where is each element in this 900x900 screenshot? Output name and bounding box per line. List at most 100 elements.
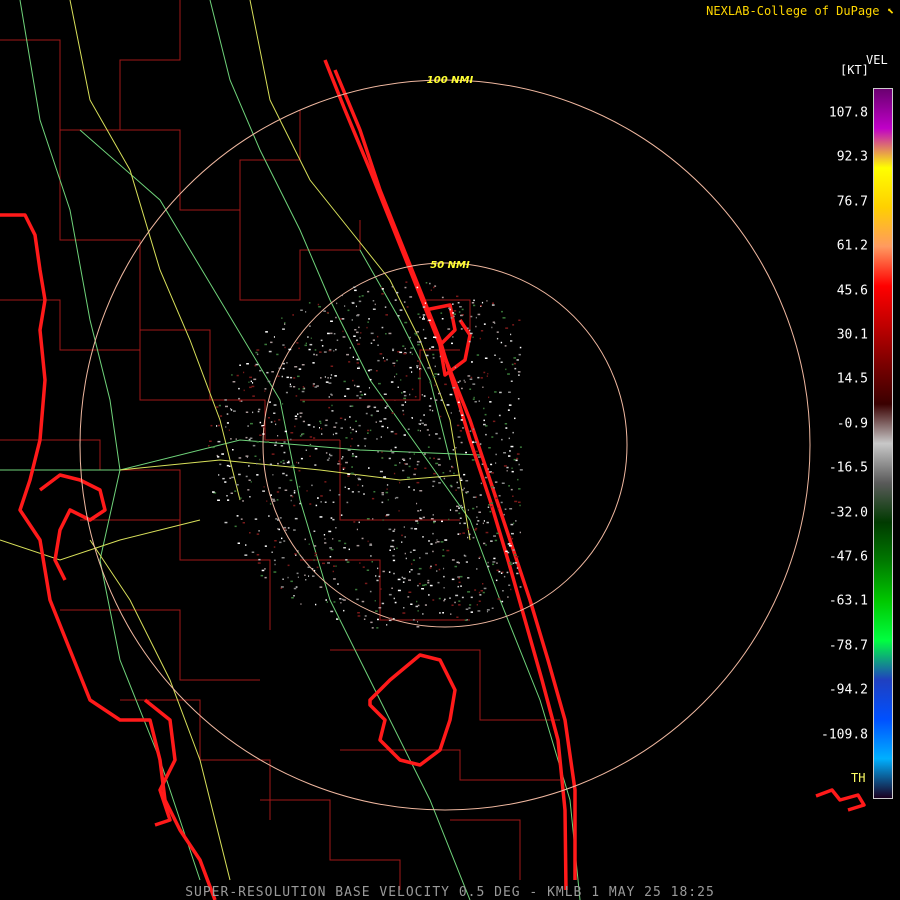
echo-speck [340, 318, 342, 320]
echo-speck [219, 415, 223, 417]
echo-speck [329, 489, 331, 492]
echo-speck [417, 343, 420, 346]
echo-speck [357, 612, 360, 614]
echo-speck [470, 611, 473, 613]
echo-speck [347, 449, 351, 451]
echo-speck [408, 591, 412, 593]
echo-speck [346, 501, 349, 504]
echo-speck [512, 324, 515, 326]
echo-speck [485, 531, 489, 534]
echo-speck [351, 466, 353, 468]
echo-speck [321, 345, 324, 347]
echo-speck [349, 347, 351, 349]
echo-speck [453, 472, 455, 475]
echo-speck [419, 316, 421, 319]
echo-speck [508, 437, 510, 440]
echo-speck [408, 465, 411, 468]
echo-speck [298, 347, 300, 350]
echo-speck [312, 575, 315, 577]
echo-speck [329, 556, 332, 558]
echo-speck [332, 570, 334, 573]
echo-speck [290, 499, 292, 502]
echo-speck [238, 457, 242, 459]
echo-speck [468, 340, 471, 343]
scale-tick: 14.5 [836, 371, 868, 387]
echo-speck [359, 397, 362, 399]
echo-speck [250, 380, 252, 383]
echo-speck [437, 458, 441, 460]
echo-speck [294, 366, 298, 368]
echo-speck [512, 431, 514, 434]
echo-speck [397, 315, 400, 317]
echo-speck [333, 426, 337, 428]
echo-speck [460, 419, 463, 421]
echo-speck [238, 397, 241, 400]
echo-speck [336, 302, 338, 305]
echo-speck [274, 444, 277, 446]
scale-tick: -109.8 [821, 727, 868, 743]
echo-speck [268, 515, 270, 517]
echo-speck [422, 536, 424, 538]
echo-speck [472, 440, 474, 443]
echo-speck [418, 423, 421, 425]
echo-speck [401, 576, 403, 579]
echo-speck [347, 488, 350, 490]
echo-speck [374, 600, 376, 602]
echo-speck [230, 409, 233, 411]
echo-speck [238, 387, 240, 390]
echo-speck [264, 576, 267, 579]
scale-tick: -78.7 [828, 638, 868, 654]
echo-speck [278, 367, 282, 369]
echo-speck [510, 536, 512, 538]
echo-speck [371, 561, 373, 563]
echo-speck [398, 510, 400, 512]
echo-speck [240, 400, 243, 402]
echo-speck [339, 463, 342, 466]
echo-speck [514, 367, 517, 370]
echo-speck [475, 450, 478, 453]
echo-speck [487, 506, 490, 508]
echo-speck [229, 477, 232, 479]
echo-speck [379, 470, 383, 473]
echo-speck [349, 426, 351, 429]
echo-speck [370, 555, 372, 557]
echo-speck [490, 540, 493, 542]
echo-speck [261, 569, 265, 572]
echo-speck [465, 491, 468, 494]
echo-speck [376, 627, 379, 629]
echo-speck [405, 375, 408, 377]
echo-speck [320, 422, 322, 424]
echo-speck [381, 425, 384, 428]
echo-speck [419, 557, 421, 559]
echo-speck [449, 509, 452, 511]
echo-speck [319, 351, 322, 353]
echo-speck [518, 319, 521, 321]
echo-speck [222, 477, 225, 480]
echo-speck [434, 373, 438, 375]
echo-speck [437, 373, 440, 376]
echo-speck [409, 296, 413, 298]
echo-speck [265, 331, 268, 333]
echo-speck [469, 604, 472, 606]
echo-speck [435, 541, 437, 544]
echo-speck [452, 387, 456, 389]
echo-speck [309, 455, 311, 457]
echo-speck [511, 470, 514, 473]
echo-speck [346, 561, 350, 563]
echo-speck [317, 303, 320, 306]
echo-speck [418, 582, 421, 585]
echo-speck [314, 552, 317, 554]
echo-speck [275, 441, 277, 444]
echo-speck [401, 541, 403, 543]
echo-speck [276, 491, 280, 493]
echo-speck [452, 336, 454, 338]
echo-speck [498, 357, 501, 360]
echo-speck [293, 595, 295, 597]
echo-speck [458, 562, 460, 564]
echo-speck [517, 398, 520, 400]
echo-speck [376, 438, 378, 440]
echo-speck [516, 359, 519, 361]
echo-speck [475, 496, 477, 498]
echo-speck [319, 427, 320, 429]
echo-speck [351, 438, 353, 440]
